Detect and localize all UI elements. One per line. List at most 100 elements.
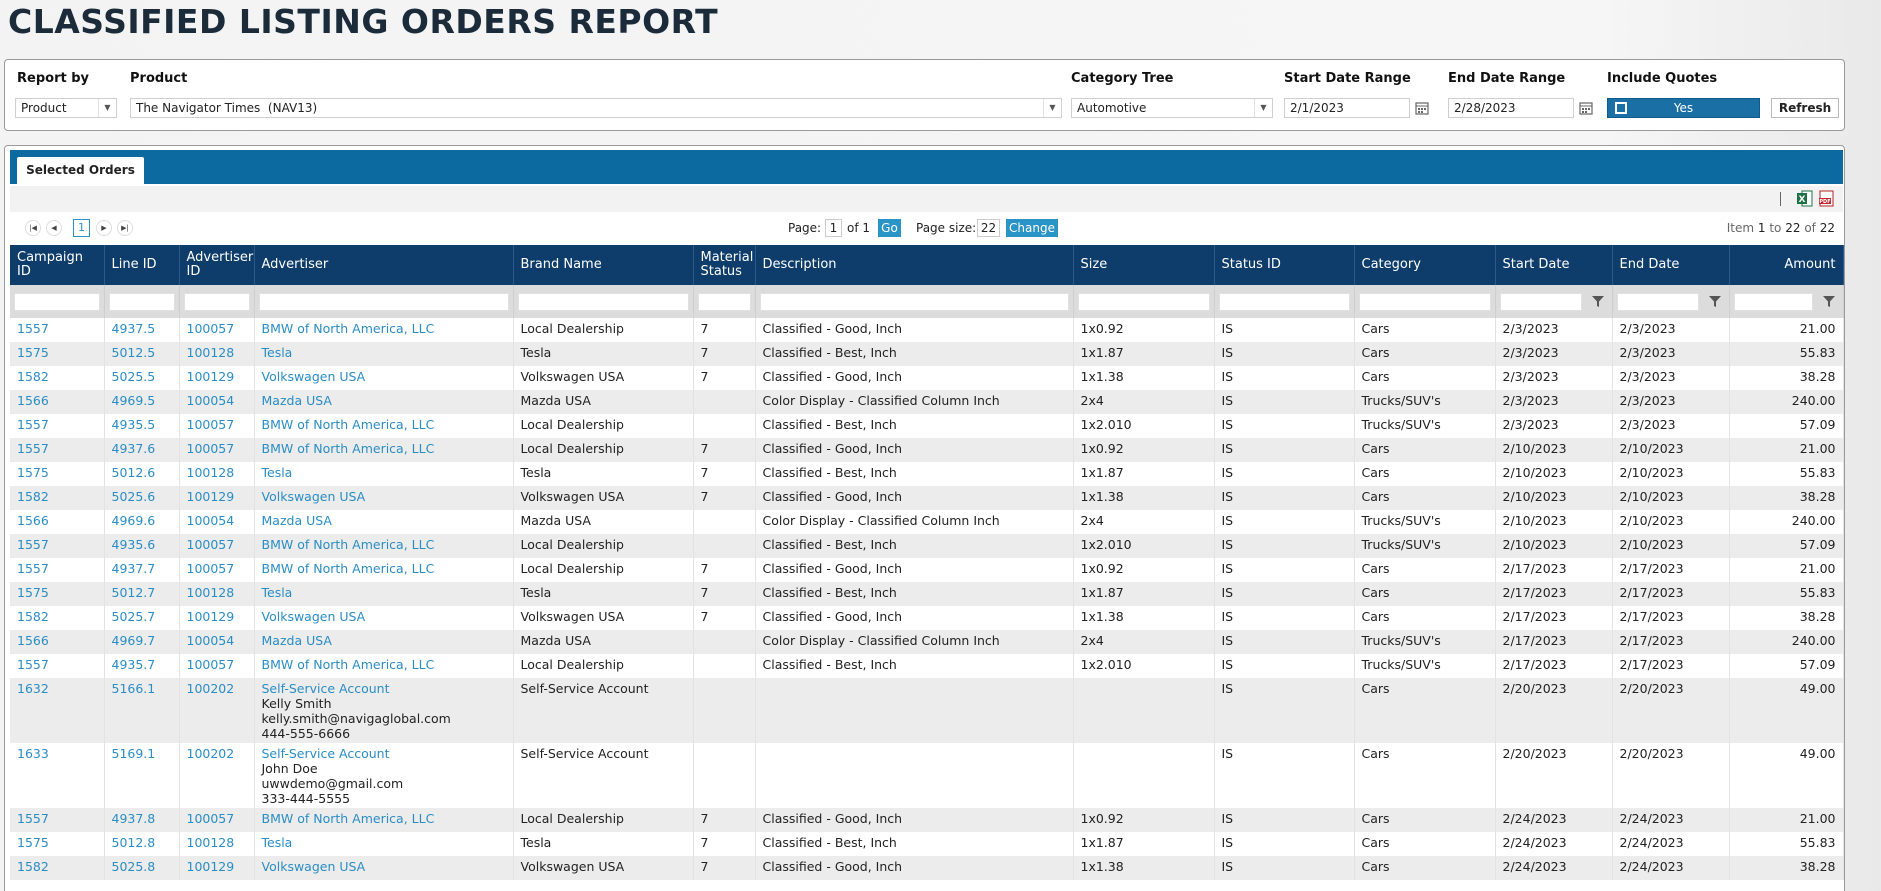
calendar-icon[interactable]	[1575, 98, 1597, 118]
column-header[interactable]: End Date	[1612, 245, 1730, 285]
cell-advertiser-id[interactable]: 100057	[179, 438, 255, 462]
cell-line-id[interactable]: 4937.6	[104, 438, 180, 462]
column-filter-input[interactable]	[108, 292, 175, 311]
cell-line-id[interactable]: 5166.1	[104, 678, 180, 743]
cell-advertiser[interactable]: Self-Service Account John Doe uwwdemo@gmai…	[254, 743, 514, 808]
column-header[interactable]: Description	[755, 245, 1074, 285]
table-row[interactable]: 1575 5012.5 100128 Tesla Tesla 7 Classified - …	[10, 342, 1844, 366]
cell-advertiser-id[interactable]: 100057	[179, 808, 255, 832]
cell-advertiser-id[interactable]: 100057	[179, 414, 255, 438]
column-filter-input[interactable]	[1358, 292, 1491, 311]
cell-line-id[interactable]: 5169.1	[104, 743, 180, 808]
cell-advertiser-id[interactable]: 100129	[179, 606, 255, 630]
cell-line-id[interactable]: 4937.5	[104, 318, 180, 342]
cell-line-id[interactable]: 4937.7	[104, 558, 180, 582]
cell-campaign-id[interactable]: 1566	[10, 390, 105, 414]
category-tree-select[interactable]: Automotive ▼	[1071, 98, 1273, 118]
cell-line-id[interactable]: 4935.7	[104, 654, 180, 678]
cell-line-id[interactable]: 5025.5	[104, 366, 180, 390]
cell-advertiser-id[interactable]: 100202	[179, 678, 255, 743]
column-header[interactable]: Category	[1354, 245, 1496, 285]
column-header[interactable]: Brand Name	[513, 245, 694, 285]
last-page-icon[interactable]: ▶|	[117, 220, 133, 236]
pdf-export-icon[interactable]: PDF	[1819, 190, 1835, 207]
column-filter-input[interactable]	[1733, 292, 1813, 311]
column-header[interactable]: Size	[1073, 245, 1215, 285]
column-header[interactable]: Amount	[1729, 245, 1844, 285]
page-number-1[interactable]: 1	[73, 219, 90, 237]
table-row[interactable]: 1566 4969.5 100054 Mazda USA Mazda USA Color …	[10, 390, 1844, 414]
refresh-button[interactable]: Refresh	[1771, 98, 1839, 118]
column-header[interactable]: Advertiser	[254, 245, 514, 285]
product-select[interactable]: The Navigator Times (NAV13) ▼	[130, 98, 1062, 118]
cell-campaign-id[interactable]: 1582	[10, 486, 105, 510]
column-filter-input[interactable]	[1499, 292, 1582, 311]
table-row[interactable]: 1566 4969.7 100054 Mazda USA Mazda USA Color …	[10, 630, 1844, 654]
cell-line-id[interactable]: 4935.5	[104, 414, 180, 438]
start-date-input[interactable]: 2/1/2023	[1284, 98, 1410, 118]
column-filter-input[interactable]	[697, 292, 751, 311]
column-filter-input[interactable]	[759, 292, 1069, 311]
cell-advertiser[interactable]: Mazda USA	[254, 630, 514, 654]
cell-advertiser-id[interactable]: 100128	[179, 342, 255, 366]
table-row[interactable]: 1566 4969.6 100054 Mazda USA Mazda USA Color …	[10, 510, 1844, 534]
advertiser-link[interactable]: Self-Service Account	[262, 746, 506, 761]
cell-campaign-id[interactable]: 1632	[10, 678, 105, 743]
excel-export-icon[interactable]: X	[1797, 190, 1813, 207]
column-header[interactable]: Advertiser ID	[179, 245, 255, 285]
cell-advertiser-id[interactable]: 100128	[179, 462, 255, 486]
cell-campaign-id[interactable]: 1566	[10, 510, 105, 534]
cell-advertiser[interactable]: Tesla	[254, 342, 514, 366]
cell-line-id[interactable]: 4969.5	[104, 390, 180, 414]
table-row[interactable]: 1582 5025.7 100129 Volkswagen USA Volkswagen…	[10, 606, 1844, 630]
cell-advertiser-id[interactable]: 100054	[179, 510, 255, 534]
table-row[interactable]: 1633 5169.1 100202 Self-Service Account John…	[10, 743, 1844, 808]
prev-page-icon[interactable]: ◀	[46, 220, 62, 236]
cell-line-id[interactable]: 5025.8	[104, 856, 180, 880]
column-header[interactable]: Material Status	[693, 245, 756, 285]
cell-campaign-id[interactable]: 1557	[10, 318, 105, 342]
cell-advertiser[interactable]: BMW of North America, LLC	[254, 654, 514, 678]
cell-campaign-id[interactable]: 1557	[10, 534, 105, 558]
cell-line-id[interactable]: 5012.8	[104, 832, 180, 856]
table-row[interactable]: 1557 4935.7 100057 BMW of North America, LL…	[10, 654, 1844, 678]
cell-advertiser[interactable]: BMW of North America, LLC	[254, 808, 514, 832]
cell-campaign-id[interactable]: 1582	[10, 366, 105, 390]
page-input[interactable]: 1	[825, 219, 842, 237]
filter-icon[interactable]	[1708, 295, 1721, 308]
cell-advertiser[interactable]: BMW of North America, LLC	[254, 414, 514, 438]
cell-campaign-id[interactable]: 1566	[10, 630, 105, 654]
cell-advertiser[interactable]: Tesla	[254, 582, 514, 606]
go-button[interactable]: Go	[878, 219, 901, 237]
table-row[interactable]: 1557 4937.8 100057 BMW of North America, LL…	[10, 808, 1844, 832]
cell-advertiser[interactable]: Mazda USA	[254, 510, 514, 534]
column-filter-input[interactable]	[517, 292, 689, 311]
cell-advertiser-id[interactable]: 100128	[179, 582, 255, 606]
table-row[interactable]: 1557 4935.6 100057 BMW of North America, LL…	[10, 534, 1844, 558]
column-filter-input[interactable]	[1077, 292, 1210, 311]
cell-advertiser[interactable]: Volkswagen USA	[254, 856, 514, 880]
cell-line-id[interactable]: 5025.6	[104, 486, 180, 510]
column-filter-input[interactable]	[183, 292, 250, 311]
filter-icon[interactable]	[1822, 295, 1835, 308]
table-row[interactable]: 1582 5025.5 100129 Volkswagen USA Volkswagen…	[10, 366, 1844, 390]
cell-campaign-id[interactable]: 1575	[10, 342, 105, 366]
cell-advertiser[interactable]: Mazda USA	[254, 390, 514, 414]
cell-advertiser-id[interactable]: 100202	[179, 743, 255, 808]
cell-advertiser-id[interactable]: 100128	[179, 832, 255, 856]
cell-campaign-id[interactable]: 1557	[10, 438, 105, 462]
tab-selected-orders[interactable]: Selected Orders	[17, 157, 144, 184]
cell-line-id[interactable]: 4937.8	[104, 808, 180, 832]
cell-advertiser-id[interactable]: 100054	[179, 390, 255, 414]
cell-line-id[interactable]: 5025.7	[104, 606, 180, 630]
cell-advertiser-id[interactable]: 100057	[179, 558, 255, 582]
table-row[interactable]: 1582 5025.8 100129 Volkswagen USA Volkswagen…	[10, 856, 1844, 880]
table-row[interactable]: 1557 4935.5 100057 BMW of North America, LL…	[10, 414, 1844, 438]
cell-campaign-id[interactable]: 1557	[10, 558, 105, 582]
cell-advertiser[interactable]: Volkswagen USA	[254, 366, 514, 390]
column-filter-input[interactable]	[1218, 292, 1350, 311]
cell-advertiser-id[interactable]: 100057	[179, 654, 255, 678]
cell-advertiser-id[interactable]: 100129	[179, 486, 255, 510]
filter-icon[interactable]	[1591, 295, 1604, 308]
cell-advertiser[interactable]: Volkswagen USA	[254, 606, 514, 630]
